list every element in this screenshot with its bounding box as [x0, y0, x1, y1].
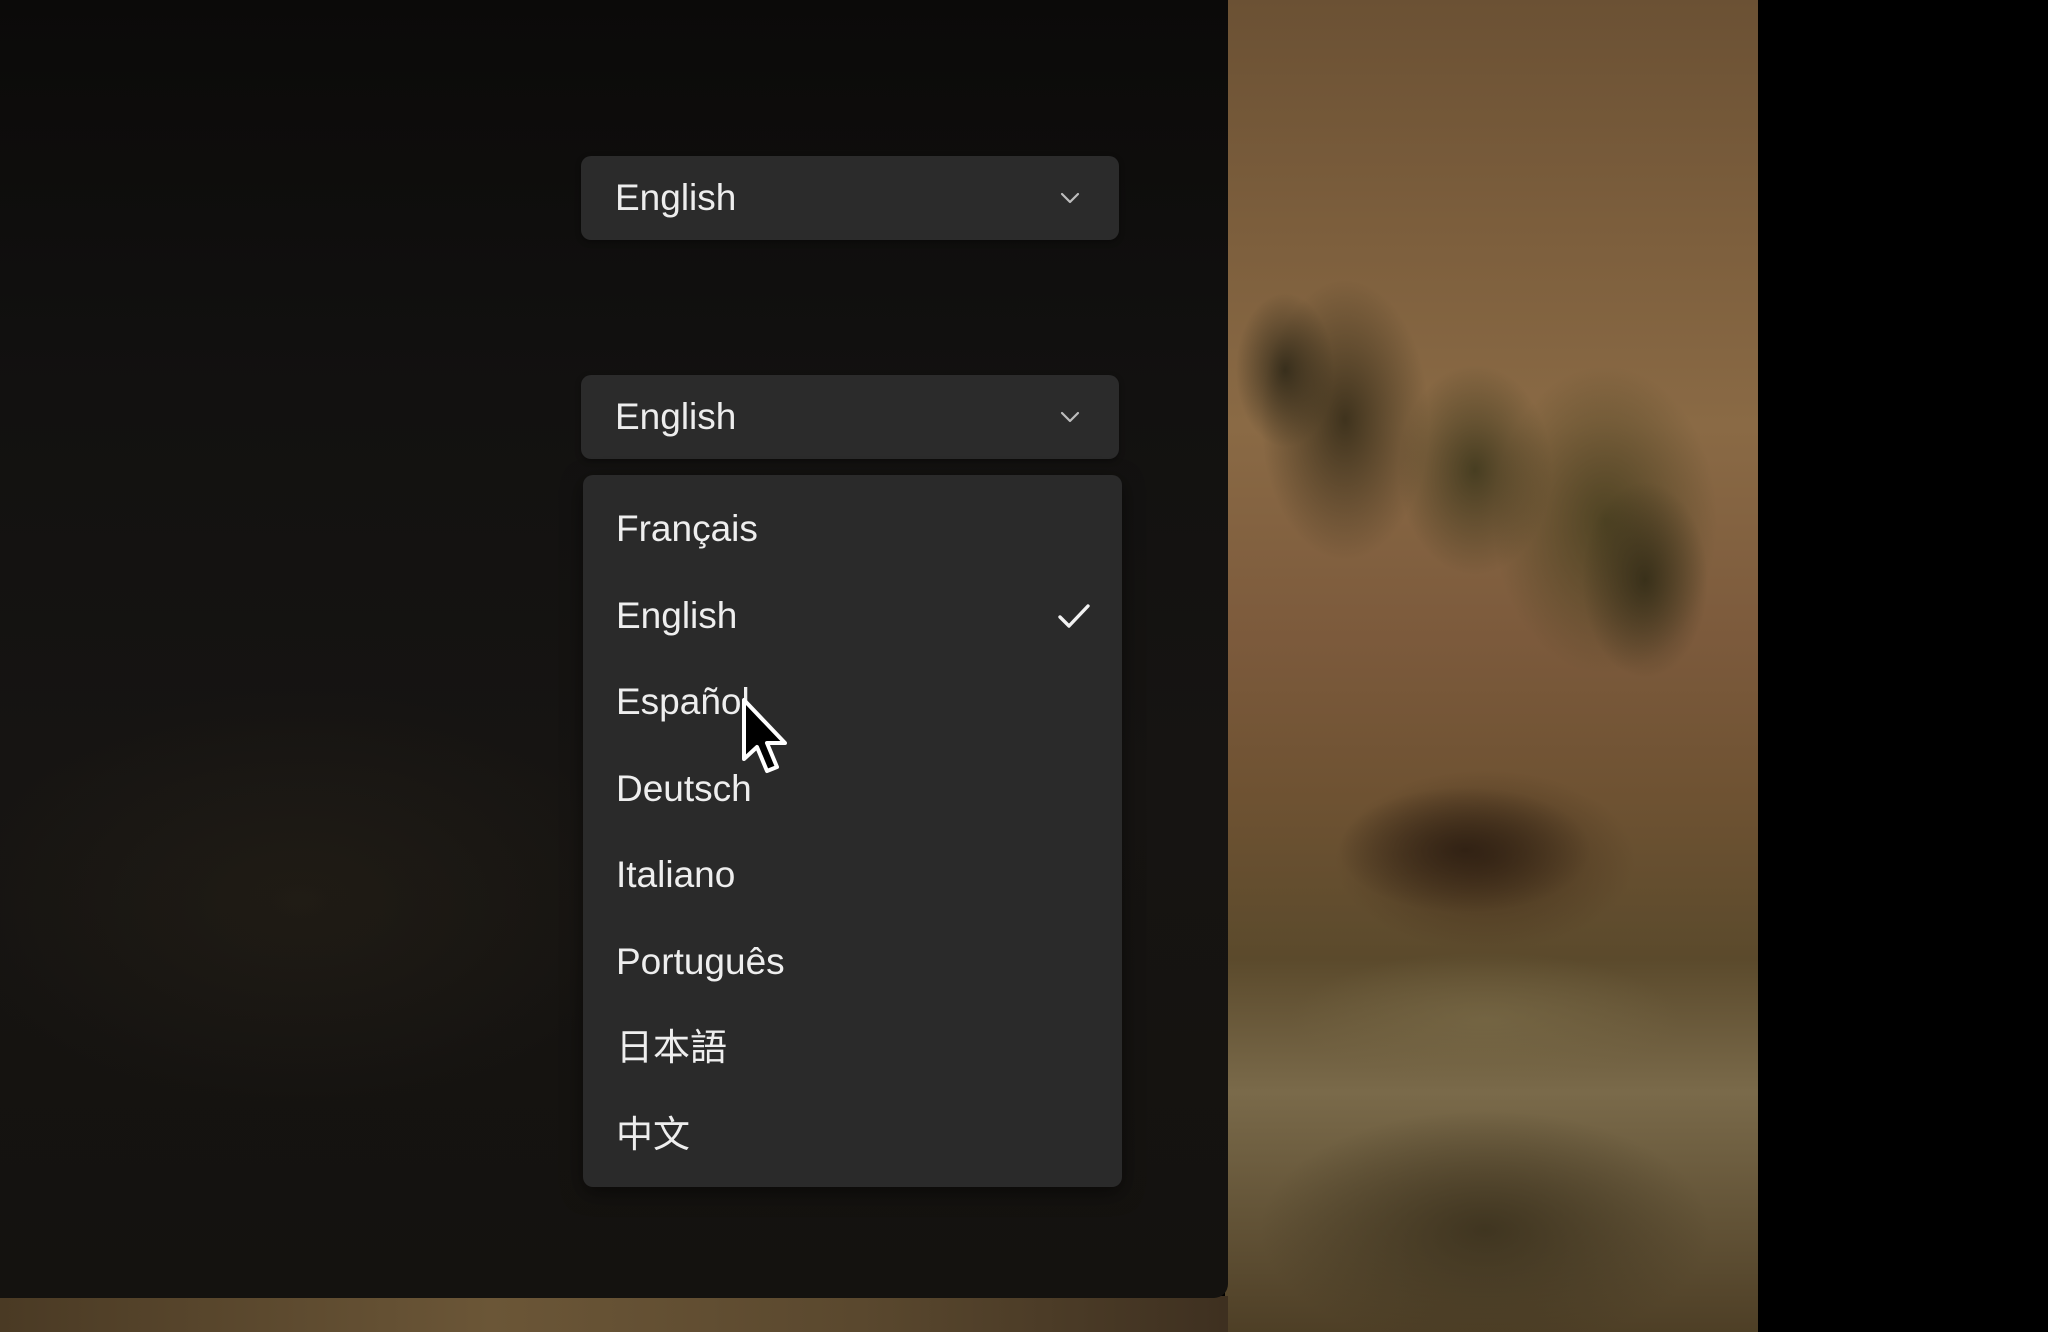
language-select-secondary[interactable]: English	[581, 375, 1119, 459]
menu-item-deutsch[interactable]: Deutsch	[583, 746, 1122, 833]
screen: English English Français English Español…	[0, 0, 2048, 1332]
menu-item-label: 日本語	[616, 1027, 727, 1068]
painting-trees	[1225, 250, 1760, 970]
menu-item-label: Deutsch	[616, 767, 752, 809]
language-select-value: English	[615, 396, 737, 437]
menu-item-francais[interactable]: Français	[583, 486, 1122, 573]
menu-item-label: Português	[616, 940, 785, 982]
checkmark-icon	[1058, 603, 1090, 628]
right-margin	[1758, 0, 2048, 1332]
chevron-down-icon	[1060, 411, 1080, 423]
menu-item-label: Italiano	[616, 854, 736, 895]
menu-item-chinese[interactable]: 中文	[583, 1092, 1122, 1179]
menu-item-label: Español	[616, 681, 750, 722]
background-painting	[1225, 0, 1760, 1332]
menu-item-label: Français	[616, 508, 758, 549]
menu-item-label: English	[616, 594, 738, 636]
language-select-primary[interactable]: English	[581, 156, 1119, 240]
painting-bottom-edge	[0, 1296, 1228, 1332]
language-dropdown-menu: Français English Español Deutsch Italian…	[583, 475, 1122, 1187]
menu-item-english[interactable]: English	[583, 573, 1122, 660]
settings-panel: English English Français English Español…	[0, 0, 1228, 1298]
menu-item-portugues[interactable]: Português	[583, 919, 1122, 1006]
menu-item-espanol[interactable]: Español	[583, 659, 1122, 746]
chevron-down-icon	[1060, 192, 1080, 204]
menu-item-label: 中文	[616, 1113, 690, 1155]
language-select-value: English	[615, 177, 737, 218]
menu-item-japanese[interactable]: 日本語	[583, 1005, 1122, 1092]
menu-item-italiano[interactable]: Italiano	[583, 832, 1122, 919]
